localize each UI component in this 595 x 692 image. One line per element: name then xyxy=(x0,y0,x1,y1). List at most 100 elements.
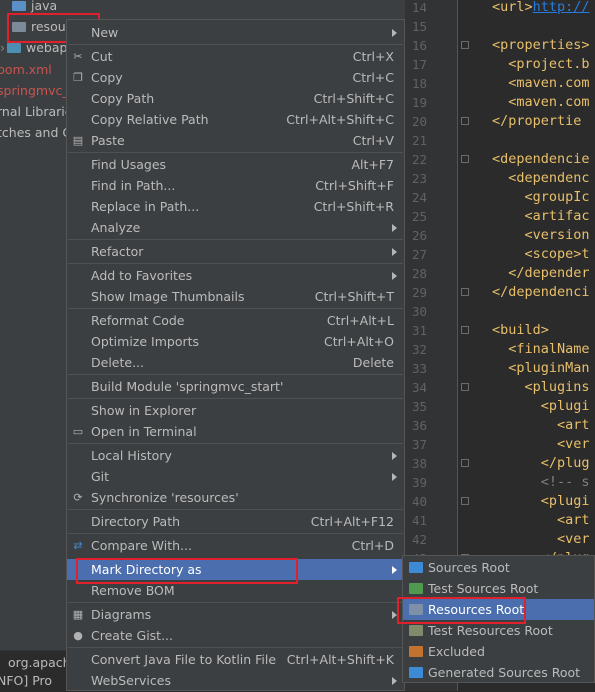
menu-item-label: Copy xyxy=(91,70,123,85)
console-line: NFO] Pro xyxy=(0,671,52,691)
menu-item-copy[interactable]: ❐ Copy Ctrl+C xyxy=(67,67,404,88)
fold-marker-icon[interactable] xyxy=(461,326,469,334)
console-text: NFO] Pro xyxy=(0,673,53,688)
menu-item-label: Replace in Path... xyxy=(91,199,200,214)
menu-item-build-module-springmvc-start[interactable]: Build Module 'springmvc_start' xyxy=(67,376,404,397)
menu-item-find-usages[interactable]: Find Usages Alt+F7 xyxy=(67,154,404,175)
menu-item-shortcut: Ctrl+Shift+T xyxy=(314,289,394,304)
code-line: <pluginMan xyxy=(492,360,590,376)
fold-marker-icon[interactable] xyxy=(461,497,469,505)
menu-item-shortcut: Alt+F7 xyxy=(351,157,394,172)
menu-item-label: Find in Path... xyxy=(91,178,176,193)
submenu-item-label: Test Sources Root xyxy=(428,581,539,596)
menu-item-cut[interactable]: ✂ Cut Ctrl+X xyxy=(67,46,404,67)
line-number: 14 xyxy=(411,0,427,15)
expand-arrow-icon[interactable]: › xyxy=(0,40,5,55)
menu-item-refactor[interactable]: Refactor xyxy=(67,241,404,262)
menu-separator xyxy=(68,308,403,309)
fold-marker-icon[interactable] xyxy=(461,288,469,296)
menu-item-compare-with[interactable]: ⇄ Compare With... Ctrl+D xyxy=(67,535,404,556)
folder-icon xyxy=(409,625,423,636)
submenu-item-sources-root[interactable]: Sources Root xyxy=(403,557,594,578)
line-number: 38 xyxy=(411,456,427,471)
line-number: 24 xyxy=(411,190,427,205)
line-number: 40 xyxy=(411,494,427,509)
console-text: org.apach xyxy=(8,655,71,670)
menu-item-analyze[interactable]: Analyze xyxy=(67,217,404,238)
menu-item-git[interactable]: Git xyxy=(67,466,404,487)
menu-item-open-in-terminal[interactable]: ▭ Open in Terminal xyxy=(67,421,404,442)
menu-item-diagrams[interactable]: ▦ Diagrams xyxy=(67,604,404,625)
submenu-item-generated-sources-root[interactable]: Generated Sources Root xyxy=(403,662,594,683)
menu-item-create-gist[interactable]: ● Create Gist... xyxy=(67,625,404,646)
submenu-arrow-icon xyxy=(392,452,397,460)
context-menu: New ✂ Cut Ctrl+X ❐ Copy Ctrl+C Copy Path Ctrl+Sh… xyxy=(66,19,405,691)
tree-item-external-libraries[interactable]: rnal Librarie xyxy=(0,102,72,122)
code-line: <plugins xyxy=(492,379,590,395)
menu-item-local-history[interactable]: Local History xyxy=(67,445,404,466)
folder-icon xyxy=(409,562,423,573)
line-number: 41 xyxy=(411,513,427,528)
compare-icon: ⇄ xyxy=(73,539,83,552)
menu-item-shortcut: Ctrl+C xyxy=(352,70,394,85)
fold-marker-icon[interactable] xyxy=(461,383,469,391)
menu-item-webservices[interactable]: WebServices xyxy=(67,670,404,691)
menu-item-add-to-favorites[interactable]: Add to Favorites xyxy=(67,265,404,286)
menu-item-shortcut: Ctrl+Alt+L xyxy=(326,313,394,328)
menu-item-copy-relative-path[interactable]: Copy Relative Path Ctrl+Alt+Shift+C xyxy=(67,109,404,130)
line-number: 34 xyxy=(411,380,427,395)
menu-item-label: Analyze xyxy=(91,220,141,235)
menu-item-label: Open in Terminal xyxy=(91,424,197,439)
code-line: <scope>t xyxy=(492,246,590,262)
paste-icon: ▤ xyxy=(72,134,84,147)
menu-item-new[interactable]: New xyxy=(67,22,404,43)
menu-item-paste[interactable]: ▤ Paste Ctrl+V xyxy=(67,130,404,151)
menu-item-replace-in-path[interactable]: Replace in Path... Ctrl+Shift+R xyxy=(67,196,404,217)
menu-item-convert-java-file-to-kotlin-file[interactable]: Convert Java File to Kotlin File Ctrl+Alt… xyxy=(67,649,404,670)
menu-item-directory-path[interactable]: Directory Path Ctrl+Alt+F12 xyxy=(67,511,404,532)
code-line: </dependenci xyxy=(492,284,590,300)
sync-icon: ⟳ xyxy=(73,491,83,504)
tree-item-pom[interactable]: pom.xml xyxy=(0,60,52,80)
fold-marker-icon[interactable] xyxy=(461,155,469,163)
fold-marker-icon[interactable] xyxy=(461,41,469,49)
folder-icon xyxy=(409,646,423,657)
menu-item-shortcut: Ctrl+Shift+R xyxy=(313,199,394,214)
line-number: 20 xyxy=(411,114,427,129)
line-number: 18 xyxy=(411,76,427,91)
submenu-item-test-sources-root[interactable]: Test Sources Root xyxy=(403,578,594,599)
tree-item-label: pom.xml xyxy=(0,62,52,77)
line-number: 16 xyxy=(411,38,427,53)
menu-item-label: Copy Path xyxy=(91,91,155,106)
tree-item-scratches[interactable]: tches and C xyxy=(0,123,71,143)
menu-separator xyxy=(68,647,403,648)
annotation-highlight-box xyxy=(397,597,526,624)
menu-item-shortcut: Ctrl+Alt+Shift+C xyxy=(286,112,394,127)
menu-item-label: Build Module 'springmvc_start' xyxy=(91,379,284,394)
code-line: <dependenc xyxy=(492,170,590,186)
menu-item-shortcut: Ctrl+Shift+C xyxy=(313,91,394,106)
menu-item-optimize-imports[interactable]: Optimize Imports Ctrl+Alt+O xyxy=(67,331,404,352)
menu-item-find-in-path[interactable]: Find in Path... Ctrl+Shift+F xyxy=(67,175,404,196)
line-number: 28 xyxy=(411,266,427,281)
fold-marker-icon[interactable] xyxy=(461,459,469,467)
submenu-item-excluded[interactable]: Excluded xyxy=(403,641,594,662)
menu-item-copy-path[interactable]: Copy Path Ctrl+Shift+C xyxy=(67,88,404,109)
menu-item-label: WebServices xyxy=(91,673,171,688)
menu-item-delete[interactable]: Delete... Delete xyxy=(67,352,404,373)
code-line: <project.b xyxy=(492,56,590,72)
menu-item-label: Paste xyxy=(91,133,125,148)
menu-separator xyxy=(68,44,403,45)
menu-item-reformat-code[interactable]: Reformat Code Ctrl+Alt+L xyxy=(67,310,404,331)
fold-marker-icon[interactable] xyxy=(461,117,469,125)
code-line: <build> xyxy=(492,322,549,338)
line-number: 39 xyxy=(411,475,427,490)
menu-item-synchronize-resources[interactable]: ⟳ Synchronize 'resources' xyxy=(67,487,404,508)
code-line: <plugi xyxy=(492,398,590,414)
menu-item-label: Local History xyxy=(91,448,172,463)
line-number: 23 xyxy=(411,171,427,186)
menu-item-label: Convert Java File to Kotlin File xyxy=(91,652,277,667)
menu-item-show-image-thumbnails[interactable]: Show Image Thumbnails Ctrl+Shift+T xyxy=(67,286,404,307)
code-line: <properties> xyxy=(492,37,590,53)
menu-item-show-in-explorer[interactable]: Show in Explorer xyxy=(67,400,404,421)
